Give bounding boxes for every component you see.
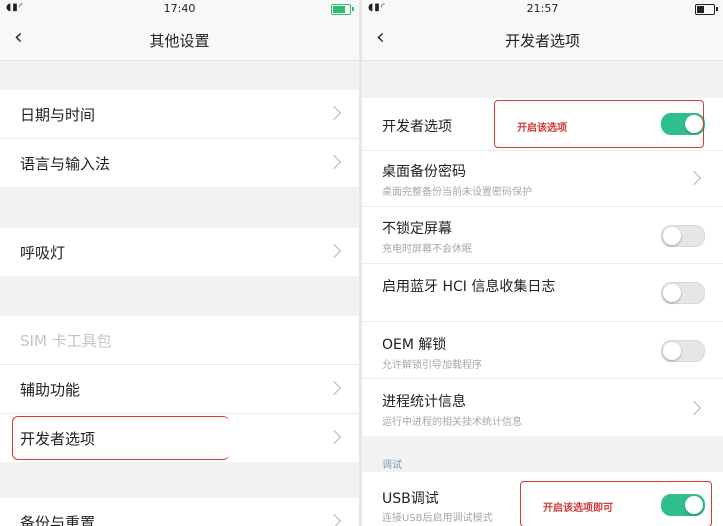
settings-item-date-time[interactable]: 日期与时间: [0, 90, 359, 139]
developer-options-list: 开发者选项 桌面备份密码 桌面完整备份当前未设置密码保护 不锁定屏幕 充电时屏幕…: [362, 98, 723, 436]
page-title: 开发者选项: [504, 32, 580, 50]
developer-options-highlight: [12, 416, 229, 460]
annotation-text: 开启该选项: [517, 123, 567, 134]
status-bar: ◖▮◜ 17:40: [0, 0, 359, 18]
developer-options-screen: ◖▮◜ 21:57 ‹ 开发者选项 开发者选项 桌面备份密码 桌面完整备份当前未…: [362, 0, 723, 526]
row-label: 开发者选项: [382, 119, 452, 135]
settings-group-2: 呼吸灯: [0, 228, 359, 276]
toggle-knob: [663, 342, 681, 360]
nav-bar: ‹ 开发者选项: [362, 18, 723, 61]
status-time: 17:40: [163, 2, 196, 15]
page-title: 其他设置: [149, 32, 210, 50]
row-subtitle: 桌面完整备份当前未设置密码保护: [382, 187, 532, 198]
chevron-right-icon: [326, 105, 342, 121]
toggle-knob: [663, 227, 681, 245]
oem-unlock-toggle[interactable]: [661, 340, 705, 362]
oem-unlock-row[interactable]: OEM 解锁 允许解锁引导加载程序: [362, 322, 723, 379]
bluetooth-hci-log-row[interactable]: 启用蓝牙 HCI 信息收集日志: [362, 264, 723, 322]
stay-awake-toggle[interactable]: [661, 225, 705, 247]
settings-item-label: 语言与输入法: [20, 155, 111, 173]
chevron-right-icon: [326, 513, 342, 526]
other-settings-screen: ◖▮◜ 17:40 ‹ 其他设置 日期与时间 语言与输入法 呼吸灯 SIM 卡工…: [0, 0, 359, 526]
row-label: 不锁定屏幕: [382, 221, 452, 237]
settings-item-label: 辅助功能: [20, 381, 81, 399]
row-label: 启用蓝牙 HCI 信息收集日志: [382, 279, 556, 295]
status-bar: ◖▮◜ 21:57: [362, 0, 723, 18]
row-subtitle: 运行中进程的相关技术统计信息: [382, 417, 522, 428]
row-label: OEM 解锁: [382, 337, 447, 353]
row-subtitle: 允许解锁引导加载程序: [382, 360, 482, 371]
row-subtitle: 连接USB后启用调试模式: [382, 513, 493, 524]
battery-icon: [695, 4, 718, 15]
section-header-debug: 调试: [382, 460, 402, 471]
settings-item-label: SIM 卡工具包: [20, 332, 112, 350]
chevron-right-icon: [686, 400, 702, 416]
chevron-right-icon: [326, 380, 342, 396]
settings-item-breathing-light[interactable]: 呼吸灯: [0, 228, 359, 276]
annotation-box-enable: 开启该选项: [494, 100, 704, 148]
bluetooth-hci-log-toggle[interactable]: [661, 282, 705, 304]
status-time: 21:57: [526, 2, 559, 15]
chevron-right-icon: [326, 243, 342, 259]
settings-item-language-input[interactable]: 语言与输入法: [0, 139, 359, 187]
battery-icon: [331, 4, 354, 15]
settings-item-accessibility[interactable]: 辅助功能: [0, 365, 359, 414]
annotation-text: 开启该选项即可: [543, 503, 613, 514]
settings-group-1: 日期与时间 语言与输入法: [0, 90, 359, 187]
row-label: 进程统计信息: [382, 394, 466, 410]
row-subtitle: 充电时屏幕不会休眠: [382, 244, 472, 255]
settings-group-4: 备份与重置: [0, 498, 359, 526]
settings-item-backup-reset[interactable]: 备份与重置: [0, 498, 359, 526]
process-stats-row[interactable]: 进程统计信息 运行中进程的相关技术统计信息: [362, 379, 723, 436]
row-label: USB调试: [382, 491, 439, 507]
nav-bar: ‹ 其他设置: [0, 18, 359, 61]
row-label: 桌面备份密码: [382, 164, 466, 180]
toggle-knob: [663, 284, 681, 302]
settings-item-label: 日期与时间: [20, 106, 96, 124]
chevron-right-icon: [326, 429, 342, 445]
chevron-right-icon: [686, 170, 702, 186]
annotation-box-enable-done: 开启该选项即可: [520, 481, 712, 526]
settings-item-sim-toolkit: SIM 卡工具包: [0, 316, 359, 365]
chevron-right-icon: [326, 154, 342, 170]
settings-item-label: 呼吸灯: [20, 244, 66, 262]
settings-item-label: 备份与重置: [20, 514, 96, 526]
stay-awake-row[interactable]: 不锁定屏幕 充电时屏幕不会休眠: [362, 207, 723, 264]
desktop-backup-password-row[interactable]: 桌面备份密码 桌面完整备份当前未设置密码保护: [362, 151, 723, 207]
